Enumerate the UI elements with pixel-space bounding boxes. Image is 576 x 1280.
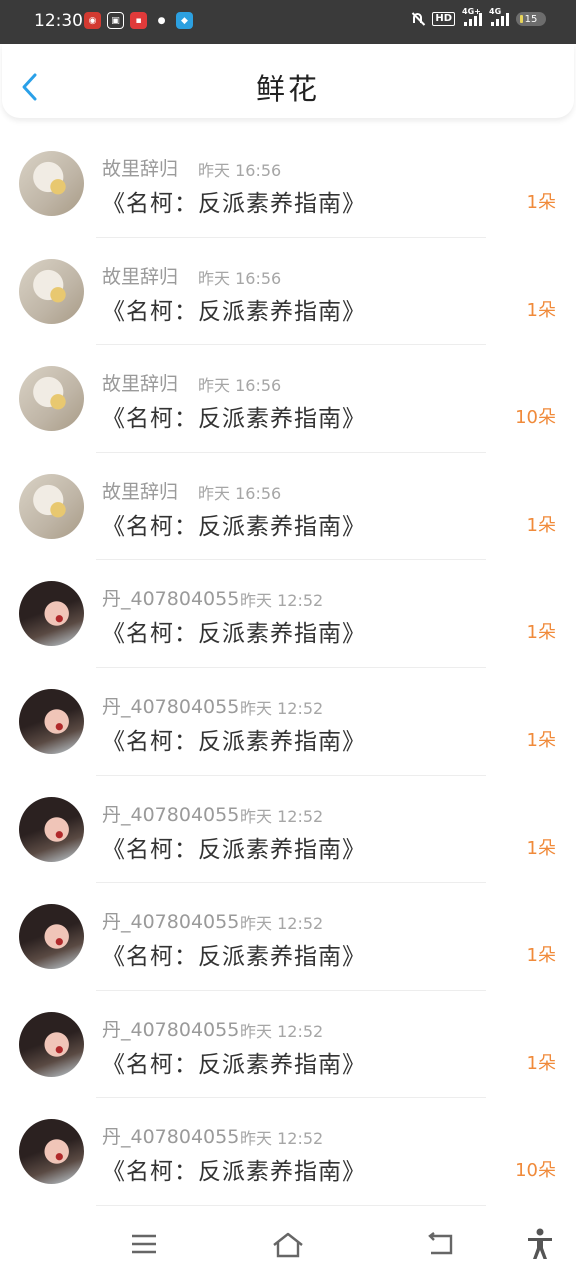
home-icon[interactable] xyxy=(272,1232,304,1258)
book-title: 《名柯：反派素养指南》 xyxy=(102,191,366,217)
user-name[interactable]: 丹_407804055 xyxy=(102,1122,239,1149)
flower-count: 1朵 xyxy=(526,299,556,321)
user-name[interactable]: 故里辞归 xyxy=(102,477,178,504)
flower-count: 1朵 xyxy=(526,1052,556,1074)
flower-list: 故里辞归 昨天 16:56 《名柯：反派素养指南》 1朵 故里辞归 昨天 16:56 《名柯… xyxy=(0,130,576,1206)
battery-level: 15 xyxy=(524,13,538,25)
flower-list-item[interactable]: 丹_407804055 昨天 12:52 《名柯：反派素养指南》 1朵 xyxy=(0,883,576,991)
user-name[interactable]: 丹_407804055 xyxy=(102,800,239,827)
flower-list-item[interactable]: 故里辞归 昨天 16:56 《名柯：反派素养指南》 10朵 xyxy=(0,345,576,453)
user-avatar[interactable] xyxy=(19,258,84,324)
app-header: 鲜花 xyxy=(2,44,574,118)
wechat-icon: ● xyxy=(157,15,166,26)
gift-time: 昨天 16:56 xyxy=(198,161,282,180)
app-blue-icon: ◆ xyxy=(176,12,193,29)
user-name[interactable]: 丹_407804055 xyxy=(102,584,239,611)
gift-time: 昨天 12:52 xyxy=(240,1021,324,1041)
book-title: 《名柯：反派素养指南》 xyxy=(102,513,366,540)
flower-count: 1朵 xyxy=(526,729,556,751)
netease-music-icon: ◉ xyxy=(84,12,101,29)
user-avatar[interactable] xyxy=(19,1119,84,1185)
user-name[interactable]: 故里辞归 xyxy=(102,262,178,289)
user-avatar[interactable] xyxy=(19,151,84,216)
user-name[interactable]: 故里辞归 xyxy=(102,154,178,181)
screen-icon: ▣ xyxy=(107,12,124,29)
status-time: 12:30 xyxy=(34,11,83,31)
menu-icon[interactable] xyxy=(131,1232,157,1256)
flower-count: 1朵 xyxy=(526,514,556,536)
book-title: 《名柯：反派素养指南》 xyxy=(102,1051,366,1078)
user-avatar[interactable] xyxy=(19,904,84,970)
flower-list-item[interactable]: 丹_407804055 昨天 12:52 《名柯：反派素养指南》 1朵 xyxy=(0,991,576,1099)
gift-time: 昨天 12:52 xyxy=(240,591,324,611)
accessibility-icon[interactable] xyxy=(526,1228,554,1260)
user-name[interactable]: 丹_407804055 xyxy=(102,907,239,934)
signal-icon: 4G+ xyxy=(462,7,482,26)
book-title: 《名柯：反派素养指南》 xyxy=(102,836,366,863)
gift-time: 昨天 12:52 xyxy=(240,1129,324,1149)
book-title: 《名柯：反派素养指南》 xyxy=(102,406,366,433)
gift-time: 昨天 16:56 xyxy=(198,376,282,396)
flower-list-item[interactable]: 故里辞归 昨天 16:56 《名柯：反派素养指南》 1朵 xyxy=(0,453,576,561)
flower-count: 10朵 xyxy=(515,1160,556,1182)
status-app-icons: ◉ ▣ ▪ ● ◆ xyxy=(84,12,193,29)
user-avatar[interactable] xyxy=(19,688,84,754)
gift-time: 昨天 12:52 xyxy=(240,914,324,934)
user-avatar[interactable] xyxy=(19,581,84,647)
flower-list-item[interactable]: 丹_407804055 昨天 12:52 《名柯：反派素养指南》 1朵 xyxy=(0,668,576,776)
mute-icon xyxy=(411,12,425,26)
book-title: 《名柯：反派素养指南》 xyxy=(102,298,366,325)
user-name[interactable]: 丹_407804055 xyxy=(102,1015,239,1042)
battery-icon: 15 xyxy=(516,12,546,26)
status-indicators: HD 4G+ 4G 15 xyxy=(411,7,546,26)
flower-list-item[interactable]: 故里辞归 昨天 16:56 《名柯：反派素养指南》 1朵 xyxy=(0,238,576,346)
user-avatar[interactable] xyxy=(19,473,84,539)
book-title: 《名柯：反派素养指南》 xyxy=(102,621,366,648)
book-title: 《名柯：反派素养指南》 xyxy=(102,1159,366,1186)
flower-count: 10朵 xyxy=(515,407,556,429)
flower-count: 1朵 xyxy=(526,192,556,213)
system-nav-bar xyxy=(0,1210,576,1280)
book-title: 《名柯：反派素养指南》 xyxy=(102,728,366,755)
signal-icon-2: 4G xyxy=(489,7,509,26)
flower-list-item[interactable]: 丹_407804055 昨天 12:52 《名柯：反派素养指南》 10朵 xyxy=(0,1098,576,1206)
flower-count: 1朵 xyxy=(526,837,556,859)
gift-time: 昨天 12:52 xyxy=(240,806,324,826)
flower-list-item[interactable]: 故里辞归 昨天 16:56 《名柯：反派素养指南》 1朵 xyxy=(0,130,576,238)
back-nav-icon[interactable] xyxy=(427,1232,455,1256)
gift-time: 昨天 16:56 xyxy=(198,483,282,503)
user-avatar[interactable] xyxy=(19,366,84,432)
gift-time: 昨天 16:56 xyxy=(198,268,282,288)
app-red-icon: ▪ xyxy=(130,12,147,29)
status-bar: 12:30 ◉ ▣ ▪ ● ◆ HD 4G+ 4G 15 xyxy=(0,0,576,44)
page-title: 鲜花 xyxy=(255,72,320,106)
gift-time: 昨天 12:52 xyxy=(240,698,324,718)
flower-count: 1朵 xyxy=(526,945,556,967)
user-avatar[interactable] xyxy=(19,1011,84,1077)
user-avatar[interactable] xyxy=(19,796,84,862)
hd-badge: HD xyxy=(432,12,455,26)
book-title: 《名柯：反派素养指南》 xyxy=(102,944,366,971)
flower-count: 1朵 xyxy=(526,622,556,644)
flower-list-item[interactable]: 丹_407804055 昨天 12:52 《名柯：反派素养指南》 1朵 xyxy=(0,560,576,668)
flower-list-item[interactable]: 丹_407804055 昨天 12:52 《名柯：反派素养指南》 1朵 xyxy=(0,776,576,884)
user-name[interactable]: 故里辞归 xyxy=(102,369,178,396)
user-name[interactable]: 丹_407804055 xyxy=(102,692,239,719)
